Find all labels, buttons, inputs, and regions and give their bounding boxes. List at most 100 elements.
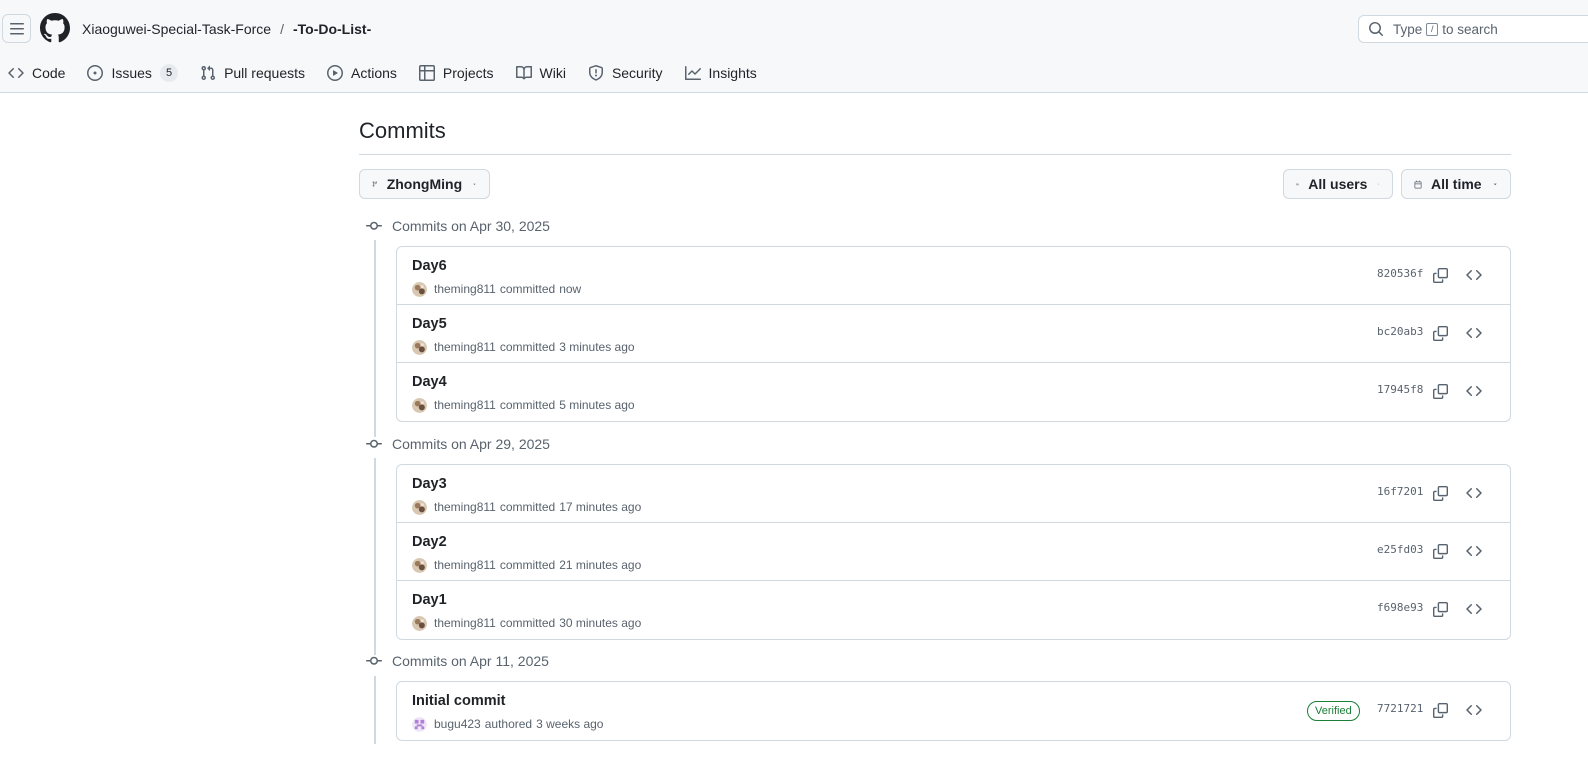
github-logo-icon[interactable] (40, 13, 70, 43)
commit-time: 5 minutes ago (559, 398, 635, 412)
copy-icon (1432, 383, 1448, 399)
verified-badge[interactable]: Verified (1307, 701, 1360, 721)
commit-sha-link[interactable]: e25fd03 (1377, 543, 1423, 556)
commit-list: Initial commit bugu423 authored 3 weeks … (396, 681, 1511, 741)
commit-title-link[interactable]: Day4 (412, 374, 447, 390)
graph-icon (684, 66, 701, 80)
git-commit-icon (366, 439, 382, 448)
commit-author-link[interactable]: theming811 (434, 616, 496, 630)
copy-sha-button[interactable] (1429, 322, 1451, 344)
tab-label: Insights (708, 65, 757, 81)
commit-author-link[interactable]: theming811 (434, 340, 496, 354)
commit-meta: bugu423 authored 3 weeks ago (412, 715, 603, 733)
code-icon (1466, 545, 1482, 557)
branch-select-button[interactable]: ZhongMing (359, 169, 490, 199)
commit-sha-link[interactable]: 7721721 (1377, 702, 1423, 715)
tab-wiki[interactable]: Wiki (508, 58, 574, 88)
commit-row: Initial commit bugu423 authored 3 weeks … (397, 682, 1510, 740)
commit-author-link[interactable]: bugu423 (434, 717, 481, 731)
commit-row: Day5 theming811 committed 3 minutes ago … (397, 305, 1510, 363)
global-menu-button[interactable] (2, 14, 31, 43)
tab-code[interactable]: Code (0, 58, 73, 88)
avatar[interactable] (412, 499, 427, 515)
commit-sha-link[interactable]: 820536f (1377, 267, 1423, 280)
timeline-line (374, 240, 376, 437)
commit-author-link[interactable]: theming811 (434, 558, 496, 572)
commit-sha-link[interactable]: 16f7201 (1377, 485, 1423, 498)
commit-title-link[interactable]: Initial commit (412, 693, 505, 709)
tab-security[interactable]: Security (580, 58, 671, 88)
triangle-down-icon (473, 183, 476, 185)
copy-sha-button[interactable] (1429, 482, 1451, 504)
timeline-line (374, 458, 376, 655)
commit-author-link[interactable]: theming811 (434, 500, 496, 514)
commit-sha-link[interactable]: f698e93 (1377, 601, 1423, 614)
browse-repo-button[interactable] (1463, 322, 1485, 344)
commit-group-heading: Commits on Apr 11, 2025 (366, 651, 549, 671)
avatar[interactable] (412, 716, 427, 732)
breadcrumb-owner-link[interactable]: Xiaoguwei-Special-Task-Force (82, 21, 271, 37)
commit-title-link[interactable]: Day5 (412, 316, 447, 332)
browse-repo-button[interactable] (1463, 264, 1485, 286)
tab-pull-requests[interactable]: Pull requests (192, 58, 313, 88)
commit-row: Day4 theming811 committed 5 minutes ago … (397, 363, 1510, 421)
copy-icon (1432, 485, 1448, 501)
git-commit-icon (366, 656, 382, 665)
tab-actions[interactable]: Actions (319, 58, 405, 88)
breadcrumb: Xiaoguwei-Special-Task-Force / -To-Do-Li… (82, 20, 371, 38)
commit-title-link[interactable]: Day3 (412, 476, 447, 492)
browse-repo-button[interactable] (1463, 380, 1485, 402)
copy-icon (1432, 543, 1448, 559)
copy-sha-button[interactable] (1429, 380, 1451, 402)
browse-repo-button[interactable] (1463, 699, 1485, 721)
tab-projects[interactable]: Projects (411, 58, 502, 88)
browse-repo-button[interactable] (1463, 540, 1485, 562)
time-filter-button[interactable]: All time (1401, 169, 1511, 199)
avatar[interactable] (412, 281, 427, 297)
git-branch-icon (372, 181, 377, 187)
commit-sha-link[interactable]: bc20ab3 (1377, 325, 1423, 338)
app-header: Xiaoguwei-Special-Task-Force / -To-Do-Li… (0, 0, 1588, 93)
issue-opened-icon (87, 65, 104, 81)
commit-title-link[interactable]: Day6 (412, 258, 447, 274)
commit-group-date: Commits on Apr 30, 2025 (392, 218, 550, 234)
book-icon (515, 65, 532, 80)
commit-verb: authored (484, 717, 533, 731)
commit-author-link[interactable]: theming811 (434, 282, 496, 296)
page-title: Commits (359, 118, 446, 143)
commit-list: Day3 theming811 committed 17 minutes ago… (396, 464, 1511, 640)
title-divider (359, 154, 1511, 155)
triangle-down-icon (1493, 183, 1497, 186)
search-input[interactable]: Type / to search (1358, 15, 1588, 43)
tab-issues[interactable]: Issues 5 (79, 58, 186, 88)
tab-insights[interactable]: Insights (677, 58, 765, 88)
copy-sha-button[interactable] (1429, 540, 1451, 562)
breadcrumb-repo-link[interactable]: -To-Do-List- (293, 21, 371, 37)
tab-label: Pull requests (224, 65, 305, 81)
avatar[interactable] (412, 339, 427, 355)
code-icon (1466, 269, 1482, 281)
code-icon (1466, 487, 1482, 499)
browse-repo-button[interactable] (1463, 482, 1485, 504)
avatar[interactable] (412, 557, 427, 573)
users-filter-button[interactable]: All users (1283, 169, 1393, 199)
copy-sha-button[interactable] (1429, 598, 1451, 620)
avatar[interactable] (412, 615, 427, 631)
commit-verb: committed (499, 616, 556, 630)
calendar-icon (1414, 179, 1422, 189)
copy-sha-button[interactable] (1429, 264, 1451, 286)
copy-sha-button[interactable] (1429, 699, 1451, 721)
play-icon (327, 65, 343, 81)
browse-repo-button[interactable] (1463, 598, 1485, 620)
users-filter-label: All users (1308, 176, 1368, 192)
commit-title-link[interactable]: Day1 (412, 592, 447, 608)
commit-row: Day6 theming811 committed now 820536f (397, 247, 1510, 305)
commit-group-heading: Commits on Apr 29, 2025 (366, 434, 550, 454)
commit-row: Day2 theming811 committed 21 minutes ago… (397, 523, 1510, 581)
branch-name: ZhongMing (386, 176, 463, 192)
avatar[interactable] (412, 397, 427, 413)
commit-title-link[interactable]: Day2 (412, 534, 447, 550)
commit-author-link[interactable]: theming811 (434, 398, 496, 412)
commit-verb: committed (499, 500, 556, 514)
commit-sha-link[interactable]: 17945f8 (1377, 383, 1423, 396)
